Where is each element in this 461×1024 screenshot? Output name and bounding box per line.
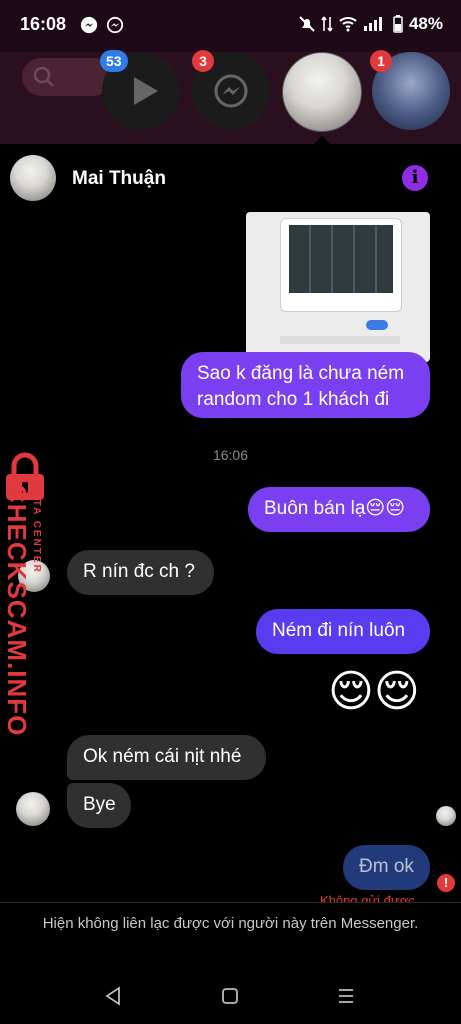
unavailable-notice: Hiện không liên lạc được với người này t… [0, 902, 461, 969]
messenger-badge: 3 [192, 50, 214, 72]
message-bubble-them[interactable]: Bye [67, 783, 131, 828]
contact-name[interactable]: Mai Thuận [72, 168, 166, 190]
status-right: 48% [299, 14, 443, 34]
image-card [280, 218, 402, 312]
unavailable-text: Hiện không liên lạc được với người này t… [42, 915, 419, 932]
messenger-notification-icon [80, 16, 98, 34]
message-bubble-me[interactable]: Ném đi nín luôn [256, 609, 430, 654]
error-icon[interactable]: ! [437, 874, 455, 892]
data-arrows-icon [321, 16, 333, 32]
active-chat-head-avatar[interactable] [282, 52, 362, 132]
signal-icon [363, 17, 382, 31]
contact-avatar[interactable] [10, 155, 56, 201]
battery-icon [393, 15, 403, 33]
messenger-notification-icon [106, 16, 124, 34]
image-toolbar [280, 336, 400, 344]
active-indicator [314, 136, 330, 144]
back-icon[interactable] [104, 986, 122, 1006]
shared-image[interactable] [246, 212, 430, 362]
timestamp: 16:06 [212, 447, 249, 463]
wifi-icon [339, 17, 357, 32]
watermark-sub: DATA CENTER [31, 482, 42, 574]
image-thumbnails [289, 225, 393, 293]
battery-percent: 48% [408, 14, 443, 33]
watch-badge: 53 [100, 50, 128, 72]
messenger-icon [214, 74, 248, 108]
info-icon[interactable]: i [402, 165, 428, 191]
sender-avatar [16, 792, 50, 826]
message-bubble-me[interactable]: Buôn bán lạ😔😔 [248, 487, 430, 532]
search-button[interactable] [22, 58, 112, 96]
home-icon[interactable] [221, 987, 239, 1005]
seen-avatar [436, 806, 456, 826]
message-bubble-them[interactable]: Ok ném cái nịt nhé [67, 735, 266, 780]
friend-badge: 1 [370, 50, 392, 72]
status-time: 16:08 [20, 14, 67, 34]
play-icon [134, 77, 158, 105]
message-bubble-me-failed[interactable]: Đm ok [343, 845, 430, 890]
send-failed-label: Không gửi được [320, 893, 415, 902]
message-bubble-me[interactable]: Sao k đăng là chưa ném random cho 1 khác… [181, 352, 430, 418]
emoji-message[interactable]: 😌😌 [328, 664, 420, 720]
recents-icon[interactable] [337, 988, 355, 1004]
image-bubble [366, 320, 388, 330]
message-bubble-them[interactable]: R nín đc ch ? [67, 550, 214, 595]
search-icon [33, 66, 54, 87]
mute-icon [299, 16, 315, 32]
